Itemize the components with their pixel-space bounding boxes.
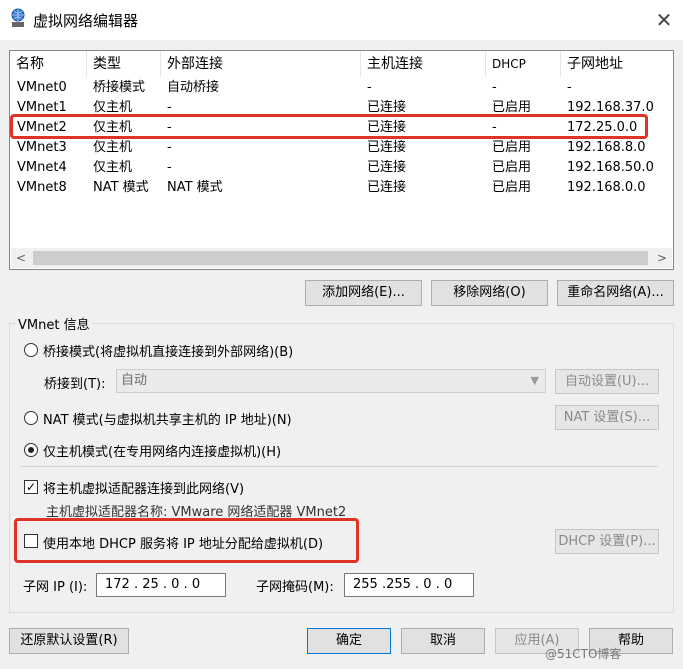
bridged-to-select[interactable]: 自动 ▼: [116, 369, 546, 393]
use-dhcp-label[interactable]: 使用本地 DHCP 服务将 IP 地址分配给虚拟机(D): [43, 533, 323, 552]
column-header-type[interactable]: 类型: [87, 51, 161, 77]
auto-settings-button[interactable]: 自动设置(U)...: [555, 369, 659, 394]
window-title: 虚拟网络编辑器: [33, 12, 139, 30]
cell-subnet: -: [567, 80, 572, 95]
bridged-to-value: 自动: [121, 373, 148, 388]
nat-mode-label[interactable]: NAT 模式(与虚拟机共享主机的 IP 地址)(N): [43, 409, 292, 428]
scrollbar-thumb[interactable]: [33, 251, 648, 265]
subnet-ip-label: 子网 IP (I):: [23, 580, 88, 595]
cell-dhcp: -: [492, 80, 497, 95]
watermark-text: @51CTO博客: [545, 647, 622, 661]
remove-network-button[interactable]: 移除网络(O): [431, 280, 548, 306]
cell-host: 已连接: [367, 140, 407, 155]
rename-network-button[interactable]: 重命名网络(A)...: [557, 280, 674, 306]
restore-defaults-button[interactable]: 还原默认设置(R): [9, 628, 129, 654]
cell-dhcp: 已启用: [492, 140, 532, 155]
cell-subnet: 192.168.0.0: [567, 180, 646, 195]
bridged-mode-label[interactable]: 桥接模式(将虚拟机直接连接到外部网络)(B): [43, 341, 293, 360]
cancel-button[interactable]: 取消: [401, 628, 485, 654]
cell-dhcp: 已启用: [492, 160, 532, 175]
cell-name: VMnet4: [17, 160, 67, 175]
bridged-mode-radio[interactable]: [24, 343, 38, 357]
host-only-mode-radio[interactable]: [24, 443, 38, 457]
cell-name: VMnet0: [17, 80, 67, 95]
cell-type: NAT 模式: [93, 180, 149, 195]
cell-host: 已连接: [367, 180, 407, 195]
column-header-host[interactable]: 主机连接: [361, 51, 486, 77]
cell-external: -: [167, 140, 172, 155]
cell-host: -: [367, 80, 372, 95]
connect-adapter-label[interactable]: 将主机虚拟适配器连接到此网络(V): [43, 478, 244, 497]
close-icon[interactable]: ✕: [650, 6, 678, 34]
chevron-down-icon: ▼: [530, 374, 539, 387]
nat-mode-radio[interactable]: [24, 411, 38, 425]
vmnet-info-group: [9, 323, 674, 613]
cell-name: VMnet3: [17, 140, 67, 155]
table-row[interactable]: VMnet0 桥接模式 自动桥接 - - -: [10, 78, 673, 98]
host-only-mode-label[interactable]: 仅主机模式(在专用网络内连接虚拟机)(H): [43, 441, 281, 460]
cell-external: 自动桥接: [167, 80, 220, 95]
cell-external: NAT 模式: [167, 180, 223, 195]
cell-type: 桥接模式: [93, 80, 146, 95]
ok-button[interactable]: 确定: [307, 628, 391, 654]
network-globe-icon: [9, 8, 27, 28]
cell-type: 仅主机: [93, 140, 133, 155]
connect-adapter-checkbox[interactable]: ✓: [24, 480, 38, 494]
cell-subnet: 192.168.8.0: [567, 140, 646, 155]
table-row[interactable]: VMnet4 仅主机 - 已连接 已启用 192.168.50.0: [10, 158, 673, 178]
dhcp-settings-button[interactable]: DHCP 设置(P)...: [555, 529, 659, 554]
cell-external: -: [167, 160, 172, 175]
use-dhcp-checkbox[interactable]: [24, 534, 38, 548]
column-header-dhcp[interactable]: DHCP: [486, 51, 561, 77]
cell-dhcp: 已启用: [492, 180, 532, 195]
cell-subnet: 192.168.50.0: [567, 160, 654, 175]
table-row[interactable]: VMnet3 仅主机 - 已连接 已启用 192.168.8.0: [10, 138, 673, 158]
cell-host: 已连接: [367, 160, 407, 175]
subnet-ip-input[interactable]: 172 . 25 . 0 . 0: [96, 573, 226, 597]
subnet-mask-label: 子网掩码(M):: [256, 580, 334, 595]
column-header-name[interactable]: 名称: [10, 51, 87, 77]
vmnet-info-label: VMnet 信息: [16, 314, 92, 333]
column-header-external[interactable]: 外部连接: [161, 51, 361, 77]
separator: [20, 466, 658, 467]
subnet-mask-input[interactable]: 255 .255 . 0 . 0: [344, 573, 474, 597]
add-network-button[interactable]: 添加网络(E)...: [305, 280, 422, 306]
nat-settings-button[interactable]: NAT 设置(S)...: [555, 405, 659, 430]
row-highlight-box: [10, 114, 648, 139]
column-header-subnet[interactable]: 子网地址: [561, 51, 673, 77]
network-list[interactable]: 名称 类型 外部连接 主机连接 DHCP 子网地址 VMnet0 桥接模式 自动桥接…: [9, 50, 674, 270]
horizontal-scrollbar[interactable]: < >: [11, 248, 672, 268]
bridged-to-label: 桥接到(T):: [44, 377, 106, 392]
cell-name: VMnet8: [17, 180, 67, 195]
table-row[interactable]: VMnet8 NAT 模式 NAT 模式 已连接 已启用 192.168.0.0: [10, 178, 673, 198]
scroll-right-icon[interactable]: >: [652, 248, 672, 268]
scroll-left-icon[interactable]: <: [11, 248, 31, 268]
cell-type: 仅主机: [93, 160, 133, 175]
